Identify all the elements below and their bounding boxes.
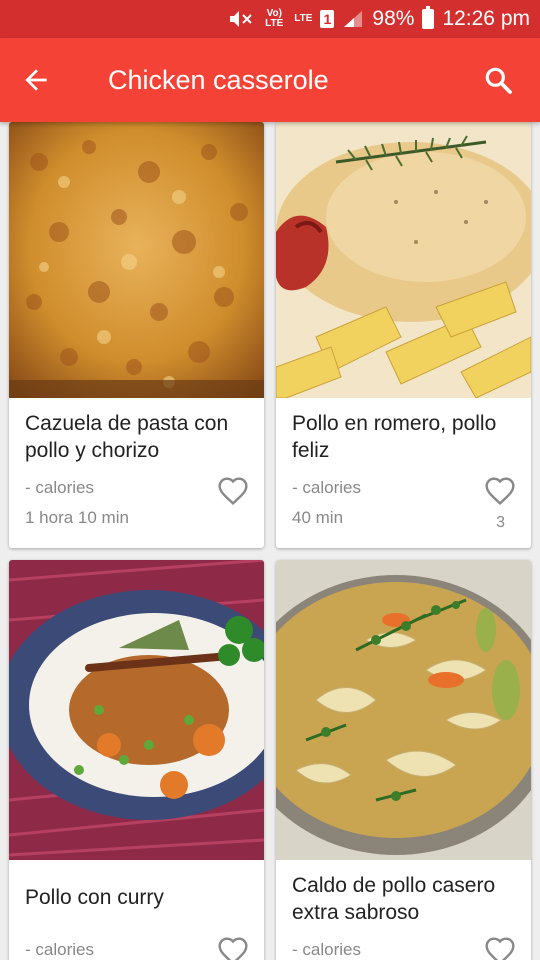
page-title: Chicken casserole — [108, 65, 329, 95]
recipe-name: Pollo en romero, pollo feliz — [292, 412, 497, 462]
clock: 12:26 pm — [442, 7, 530, 30]
recipe-card[interactable]: Caldo de pollo casero extra sabroso - ca… — [276, 560, 531, 960]
mute-icon — [230, 11, 252, 27]
heart-icon[interactable] — [216, 936, 250, 960]
app-bar: Chicken casserole — [0, 38, 540, 122]
lte-indicator: LTE — [294, 13, 313, 24]
recipe-time: 40 min — [292, 508, 344, 527]
sim-indicator: 1 — [320, 10, 335, 28]
recipe-grid: Cazuela de pasta con pollo y chorizo - c… — [0, 122, 540, 960]
recipe-photo — [276, 122, 531, 398]
recipe-card[interactable]: Pollo con curry - calories — [9, 560, 264, 960]
likes-count: 3 — [496, 514, 505, 531]
recipe-card[interactable]: Cazuela de pasta con pollo y chorizo - c… — [9, 122, 264, 548]
recipe-calories: - calories — [292, 940, 361, 959]
recipe-calories: - calories — [292, 478, 361, 497]
heart-icon[interactable] — [216, 476, 250, 508]
volte-indicator: Vo) LTE — [265, 8, 284, 29]
back-arrow-icon[interactable] — [20, 64, 52, 96]
recipe-time: 1 hora 10 min — [25, 508, 129, 527]
battery-percent: 98% — [372, 7, 415, 30]
signal-icon — [344, 11, 363, 27]
search-icon[interactable] — [482, 64, 514, 96]
recipe-name: Caldo de pollo casero extra sabroso — [292, 874, 496, 924]
recipe-photo — [9, 560, 264, 860]
recipe-name: Cazuela de pasta con pollo y chorizo — [25, 412, 229, 462]
recipe-photo — [9, 122, 264, 398]
recipe-name: Pollo con curry — [25, 886, 164, 909]
recipe-card[interactable]: Pollo en romero, pollo feliz - calories … — [276, 122, 531, 548]
heart-icon[interactable] — [483, 936, 517, 960]
recipe-calories: - calories — [25, 478, 94, 497]
status-bar: Vo) LTE LTE 1 98% 12:26 pm — [0, 0, 540, 38]
recipe-photo — [276, 560, 531, 860]
battery-icon — [422, 6, 435, 29]
recipe-calories: - calories — [25, 940, 94, 959]
heart-icon[interactable] — [483, 476, 517, 508]
